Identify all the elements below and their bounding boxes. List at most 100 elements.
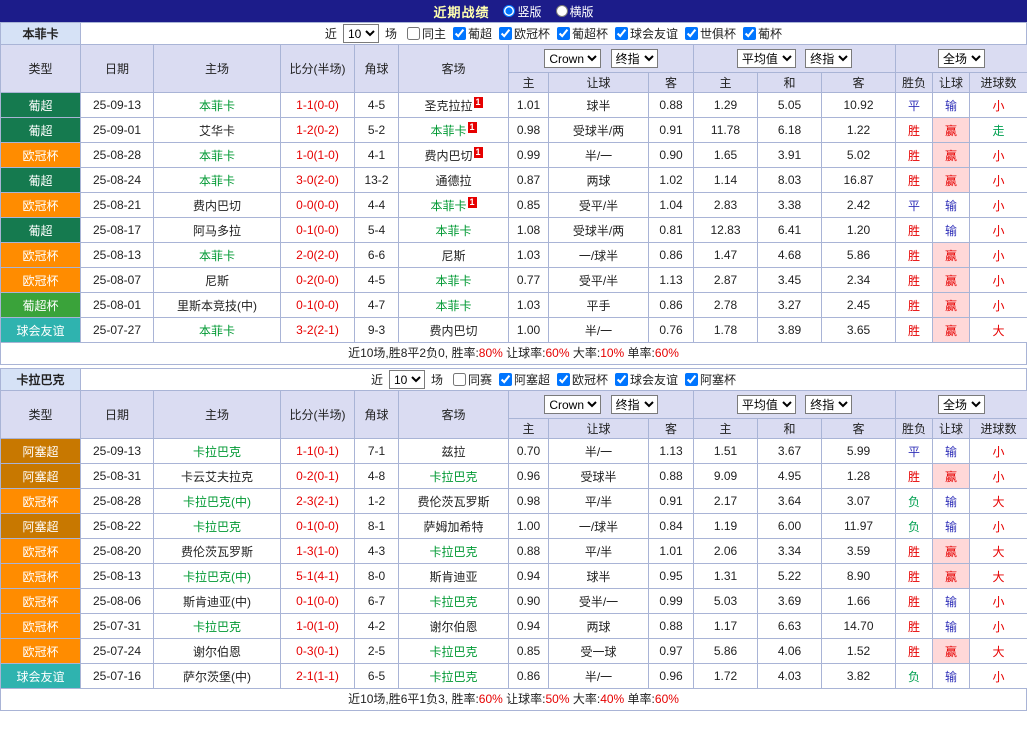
avg-away-odds-cell: 1.28 <box>822 464 896 489</box>
filter-checkbox-欧冠杯[interactable] <box>557 373 570 386</box>
recent-suffix: 场 <box>431 371 443 388</box>
match-row: 欧冠杯25-08-06斯肯迪亚(中)0-1(0-0)6-7卡拉巴克0.90受半/… <box>1 589 1027 614</box>
avg-home-odds-cell: 2.06 <box>694 539 758 564</box>
filter-checkbox-葡杯[interactable] <box>743 27 756 40</box>
filter-checkbox-欧冠杯[interactable] <box>499 27 512 40</box>
avg-away-odds-cell: 3.65 <box>822 318 896 343</box>
crown-handicap-cell: 平手 <box>549 293 649 318</box>
bookmaker-select[interactable]: Crown <box>544 395 601 414</box>
col-avg-away: 客 <box>822 419 896 439</box>
team-name: 斯肯迪亚(中) <box>183 595 251 609</box>
crown-final-index-select[interactable]: 终指 <box>611 49 658 68</box>
home-team-cell: 卡拉巴克 <box>154 614 281 639</box>
crown-away-odds-cell: 0.97 <box>649 639 694 664</box>
filter-葡超杯[interactable]: 葡超杯 <box>550 25 608 42</box>
recent-count-select[interactable]: 10 <box>389 370 425 389</box>
team-name: 卡拉巴克 <box>429 470 477 484</box>
date-cell: 25-08-13 <box>81 243 154 268</box>
crown-final-index-select[interactable]: 终指 <box>611 395 658 414</box>
filter-同主[interactable]: 同主 <box>400 25 446 42</box>
filter-葡杯[interactable]: 葡杯 <box>736 25 782 42</box>
score-cell: 1-0(1-0) <box>281 614 355 639</box>
average-odds-header: 平均值 终指 <box>694 391 896 419</box>
full-match-select[interactable]: 全场 <box>938 49 985 68</box>
avg-away-odds-cell: 3.07 <box>822 489 896 514</box>
league-cell: 欧冠杯 <box>1 193 81 218</box>
section-qarabag-bar: 卡拉巴克 近 10 场 同赛阿塞超欧冠杯球会友谊阿塞杯 <box>0 368 1027 390</box>
filter-阿塞超[interactable]: 阿塞超 <box>492 371 550 388</box>
red-card-badge: 1 <box>468 197 477 208</box>
view-option-vertical[interactable]: 竖版 <box>503 3 541 20</box>
filter-checkbox-同赛[interactable] <box>453 373 466 386</box>
full-match-select[interactable]: 全场 <box>938 395 985 414</box>
filter-checkbox-世俱杯[interactable] <box>685 27 698 40</box>
filter-checkbox-葡超[interactable] <box>453 27 466 40</box>
filter-checkbox-球会友谊[interactable] <box>615 373 628 386</box>
crown-handicap-cell: 平/半 <box>549 539 649 564</box>
summary-stat-value: 50% <box>545 692 569 706</box>
avg-home-odds-cell: 1.47 <box>694 243 758 268</box>
match-row: 球会友谊25-07-27本菲卡3-2(2-1)9-3费内巴切1.00半/一0.7… <box>1 318 1027 343</box>
match-row: 葡超25-08-17阿马多拉0-1(0-0)5-4本菲卡1.08受球半/两0.8… <box>1 218 1027 243</box>
team-name: 本菲卡 <box>435 274 471 288</box>
date-cell: 25-09-01 <box>81 118 154 143</box>
horizontal-radio[interactable] <box>556 5 568 17</box>
filter-list-0: 同主葡超欧冠杯葡超杯球会友谊世俱杯葡杯 <box>400 25 782 43</box>
filter-欧冠杯[interactable]: 欧冠杯 <box>492 25 550 42</box>
filter-同赛[interactable]: 同赛 <box>446 371 492 388</box>
average-select[interactable]: 平均值 <box>737 49 796 68</box>
filter-checkbox-阿塞杯[interactable] <box>685 373 698 386</box>
away-team-cell: 卡拉巴克 <box>399 589 509 614</box>
crown-handicap-cell: 球半 <box>549 93 649 118</box>
avg-home-odds-cell: 2.87 <box>694 268 758 293</box>
goals-result-cell: 小 <box>970 193 1027 218</box>
team-name: 谢尔伯恩 <box>193 645 241 659</box>
filter-checkbox-同主[interactable] <box>407 27 420 40</box>
team-name: 萨姆加希特 <box>423 520 483 534</box>
date-cell: 25-08-28 <box>81 489 154 514</box>
date-cell: 25-07-31 <box>81 614 154 639</box>
recent-count-select[interactable]: 10 <box>343 24 379 43</box>
filter-球会友谊[interactable]: 球会友谊 <box>608 371 678 388</box>
bookmaker-select[interactable]: Crown <box>544 49 601 68</box>
corners-cell: 7-1 <box>355 439 399 464</box>
corners-cell: 4-3 <box>355 539 399 564</box>
avg-away-odds-cell: 3.59 <box>822 539 896 564</box>
average-select[interactable]: 平均值 <box>737 395 796 414</box>
crown-away-odds-cell: 0.90 <box>649 143 694 168</box>
wdl-result-cell: 胜 <box>896 268 933 293</box>
league-cell: 球会友谊 <box>1 664 81 689</box>
red-card-badge: 1 <box>474 147 483 158</box>
avg-draw-odds-cell: 6.18 <box>758 118 822 143</box>
crown-away-odds-cell: 0.81 <box>649 218 694 243</box>
summary-1: 近10场,胜6平1负3, 胜率:60% 让球率:50% 大率:40% 单率:60… <box>0 689 1027 711</box>
wdl-result-cell: 负 <box>896 514 933 539</box>
filter-checkbox-阿塞超[interactable] <box>499 373 512 386</box>
date-cell: 25-08-24 <box>81 168 154 193</box>
filter-葡超[interactable]: 葡超 <box>446 25 492 42</box>
crown-home-odds-cell: 0.90 <box>509 589 549 614</box>
filter-欧冠杯[interactable]: 欧冠杯 <box>550 371 608 388</box>
filter-世俱杯[interactable]: 世俱杯 <box>678 25 736 42</box>
filter-阿塞杯[interactable]: 阿塞杯 <box>678 371 736 388</box>
col-type: 类型 <box>1 391 81 439</box>
col-avg-home: 主 <box>694 419 758 439</box>
filter-checkbox-球会友谊[interactable] <box>615 27 628 40</box>
handicap-result-cell: 赢 <box>933 143 970 168</box>
vertical-radio[interactable] <box>503 5 515 17</box>
league-cell: 葡超 <box>1 218 81 243</box>
crown-home-odds-cell: 0.85 <box>509 193 549 218</box>
score-cell: 1-2(0-2) <box>281 118 355 143</box>
away-team-cell: 卡拉巴克 <box>399 664 509 689</box>
home-team-cell: 卡拉巴克(中) <box>154 564 281 589</box>
league-cell: 欧冠杯 <box>1 564 81 589</box>
avg-home-odds-cell: 1.14 <box>694 168 758 193</box>
avg-final-index-select[interactable]: 终指 <box>805 49 852 68</box>
filter-checkbox-葡超杯[interactable] <box>557 27 570 40</box>
filter-球会友谊[interactable]: 球会友谊 <box>608 25 678 42</box>
avg-final-index-select[interactable]: 终指 <box>805 395 852 414</box>
team-name: 谢尔伯恩 <box>429 620 477 634</box>
view-option-horizontal[interactable]: 横版 <box>556 3 594 20</box>
summary-stat-label: 让球率: <box>503 692 546 706</box>
section-benfica-bar: 本菲卡 近 10 场 同主葡超欧冠杯葡超杯球会友谊世俱杯葡杯 <box>0 22 1027 44</box>
